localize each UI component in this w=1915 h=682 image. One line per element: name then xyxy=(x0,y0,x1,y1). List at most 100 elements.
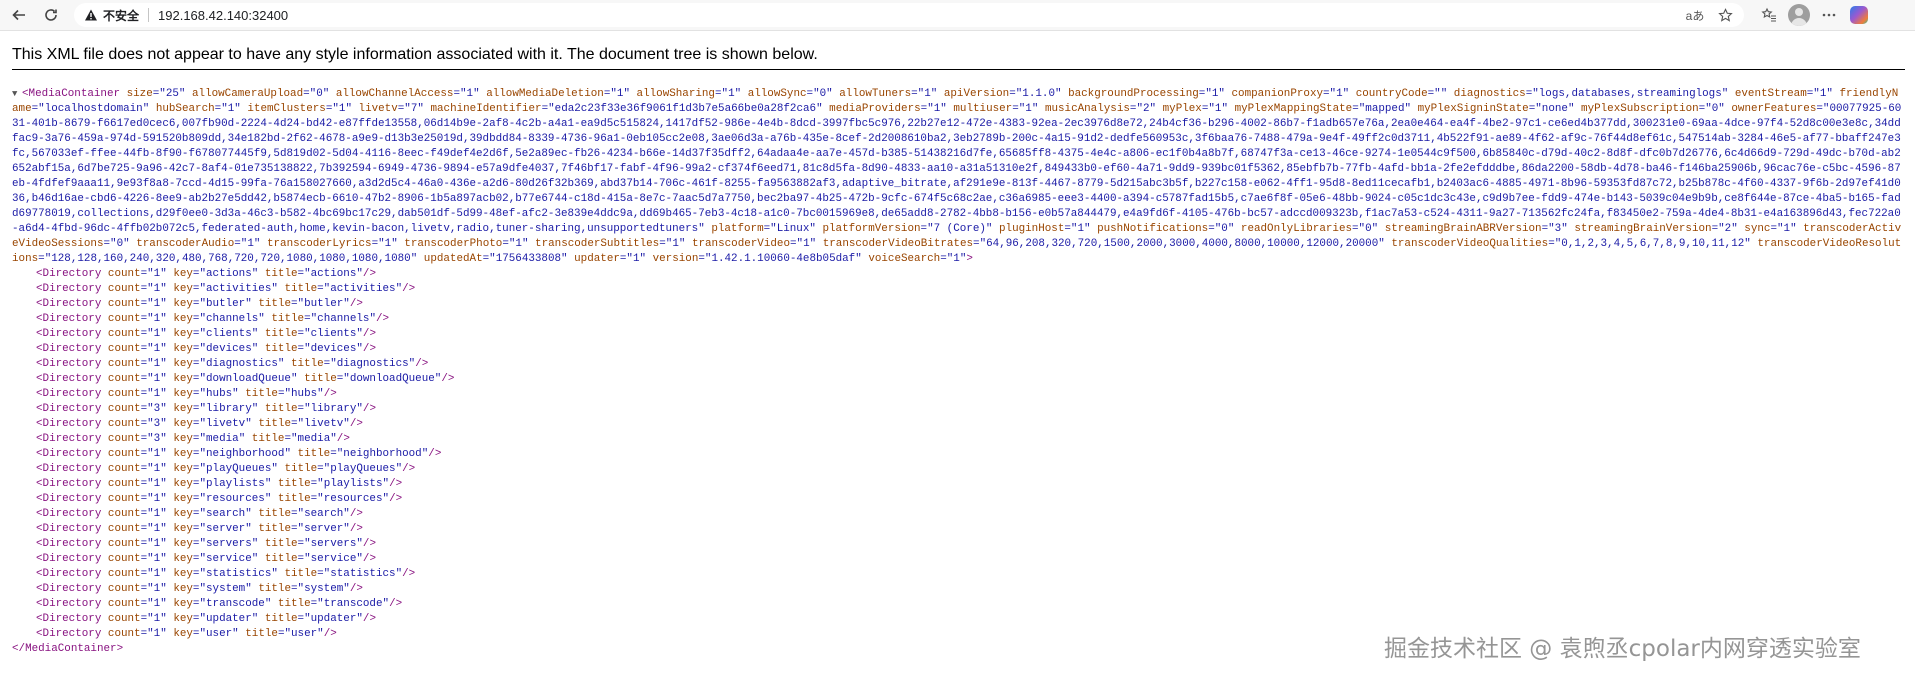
directory-tag: <Directory xyxy=(36,298,102,310)
xml-attr-value-text: 2 xyxy=(1142,103,1150,115)
xml-attr-name: title xyxy=(290,358,324,370)
xml-attr-name: title xyxy=(277,493,311,505)
xml-attr-name: title xyxy=(258,523,291,535)
directory-tag: <Directory xyxy=(36,358,102,370)
xml-attr-value: ="1" xyxy=(140,583,167,595)
xml-attr-name: diagnostics xyxy=(1453,88,1526,100)
xml-attr-name: pluginHost xyxy=(999,223,1065,235)
xml-attr-value-text: 0 xyxy=(1365,223,1372,235)
xml-attr-name: sync xyxy=(1744,223,1771,235)
xml-attr-value: ="1" xyxy=(140,373,167,385)
reload-button[interactable] xyxy=(38,2,64,28)
xml-attr-name: count xyxy=(107,268,141,280)
address-bar[interactable]: 不安全 192.168.42.140:32400 aあ xyxy=(74,3,1744,27)
directory-element: <Directory count="1" key="downloadQueue"… xyxy=(12,372,1902,387)
directory-tag-end: /> xyxy=(402,568,416,580)
directory-tag: <Directory xyxy=(36,418,102,430)
xml-attr-name: title xyxy=(251,433,285,445)
directory-title: devices xyxy=(310,343,357,355)
favorite-star-icon[interactable] xyxy=(1714,4,1736,26)
xml-attr-name: key xyxy=(173,403,193,415)
directory-count: 1 xyxy=(153,598,161,610)
xml-attr-value: ="neighborhood" xyxy=(192,448,291,460)
warning-icon[interactable] xyxy=(84,8,98,22)
xml-attr-name: count xyxy=(107,418,141,430)
xml-attr-name: title xyxy=(297,448,331,460)
xml-attr-value-text: 1 xyxy=(384,238,392,250)
collapse-triangle-icon[interactable]: ▼ xyxy=(12,87,22,102)
xml-attr-value-text: 1 xyxy=(338,103,346,115)
directory-tag: <Directory xyxy=(36,268,102,280)
directory-tag: <Directory xyxy=(36,403,102,415)
directory-title: diagnostics xyxy=(336,358,409,370)
directory-key: service xyxy=(206,553,252,565)
xml-attr-name: livetv xyxy=(358,103,398,115)
directory-element: <Directory count="1" key="playlists" tit… xyxy=(12,477,1902,492)
directory-tag-end: /> xyxy=(349,523,363,535)
xml-attr-name: machineIdentifier xyxy=(430,103,542,115)
directory-title: playlists xyxy=(323,478,383,490)
xml-attr-name: title xyxy=(264,343,298,355)
xml-attr-name: key xyxy=(173,613,193,625)
xml-attr-name: title xyxy=(264,538,298,550)
xml-attr-value-text: 1 xyxy=(1819,88,1827,100)
xml-attr-value: ="playQueues" xyxy=(317,463,403,475)
directory-tag: <Directory xyxy=(36,388,102,400)
url-text[interactable]: 192.168.42.140:32400 xyxy=(158,8,288,23)
xml-attr-value: ="0" xyxy=(103,238,130,250)
directory-count: 1 xyxy=(153,628,161,640)
xml-attr-name: title xyxy=(258,583,291,595)
root-close-tag: </MediaContainer> xyxy=(12,643,124,655)
xml-attr-value-text: 1.1.0 xyxy=(1022,88,1055,100)
directory-tag-end: /> xyxy=(349,418,363,430)
xml-attr-value: ="1" xyxy=(502,238,529,250)
xml-attr-name: companionProxy xyxy=(1231,88,1324,100)
xml-attr-value: ="neighborhood" xyxy=(330,448,429,460)
xml-attr-value: ="downloadQueue" xyxy=(192,373,298,385)
xml-attr-name: transcoderVideoQualities xyxy=(1391,238,1549,250)
xml-attr-value: ="activities" xyxy=(317,283,403,295)
xml-attr-name: title xyxy=(258,298,291,310)
xml-attr-value: ="1" xyxy=(1198,88,1225,100)
directory-list: <Directory count="1" key="actions" title… xyxy=(12,267,1902,642)
xml-attr-value: ="3" xyxy=(140,418,167,430)
directory-tag: <Directory xyxy=(36,598,102,610)
xml-attr-name: count xyxy=(107,343,141,355)
directory-tag-end: /> xyxy=(428,448,442,460)
xml-attr-value: ="0,1,2,3,4,5,6,7,8,9,10,11,12" xyxy=(1548,238,1751,250)
xml-attr-value-text: 0 xyxy=(819,88,827,100)
xml-attr-name: count xyxy=(107,628,141,640)
directory-title: updater xyxy=(310,613,357,625)
insecure-label[interactable]: 不安全 xyxy=(103,7,139,24)
watermark-text: 掘金技术社区 @ 袁煦丞cpolar内网穿透实验室 xyxy=(1384,636,1861,662)
directory-tag-end: /> xyxy=(362,343,376,355)
xml-attr-value-text: mapped xyxy=(1365,103,1405,115)
more-menu-icon[interactable] xyxy=(1816,2,1842,28)
read-aloud-button[interactable]: aあ xyxy=(1684,4,1706,26)
xml-attr-value: ="1" xyxy=(140,508,167,520)
directory-title: service xyxy=(310,553,357,565)
xml-attr-value: ="128,128,160,240,320,480,768,720,720,10… xyxy=(38,253,418,265)
favorites-icon[interactable] xyxy=(1756,2,1782,28)
directory-element: <Directory count="1" key="activities" ti… xyxy=(12,282,1902,297)
xml-attr-value: ="livetv" xyxy=(192,418,252,430)
directory-title: activities xyxy=(330,283,396,295)
xml-attr-name: title xyxy=(284,463,318,475)
xml-attr-value: ="butler" xyxy=(291,298,350,310)
profile-avatar[interactable] xyxy=(1786,2,1812,28)
xml-attr-value: ="7 (Core)" xyxy=(920,223,993,235)
xml-attr-value-text: 25 xyxy=(165,88,179,100)
directory-element: <Directory count="1" key="actions" title… xyxy=(12,267,1902,282)
xml-attr-name: count xyxy=(107,478,141,490)
directory-element: <Directory count="1" key="playQueues" ti… xyxy=(12,462,1902,477)
xml-attr-value: ="1" xyxy=(140,538,167,550)
copilot-icon[interactable] xyxy=(1846,2,1872,28)
directory-count: 1 xyxy=(153,523,161,535)
xml-attr-value: ="statistics" xyxy=(192,568,278,580)
directory-tag-end: /> xyxy=(389,493,403,505)
xml-attr-name: title xyxy=(304,373,337,385)
xml-attr-value: ="1" xyxy=(1770,223,1797,235)
xml-attr-value-text: 1 xyxy=(1211,88,1219,100)
back-button[interactable] xyxy=(6,2,32,28)
root-open-tag-end: > xyxy=(966,253,973,265)
